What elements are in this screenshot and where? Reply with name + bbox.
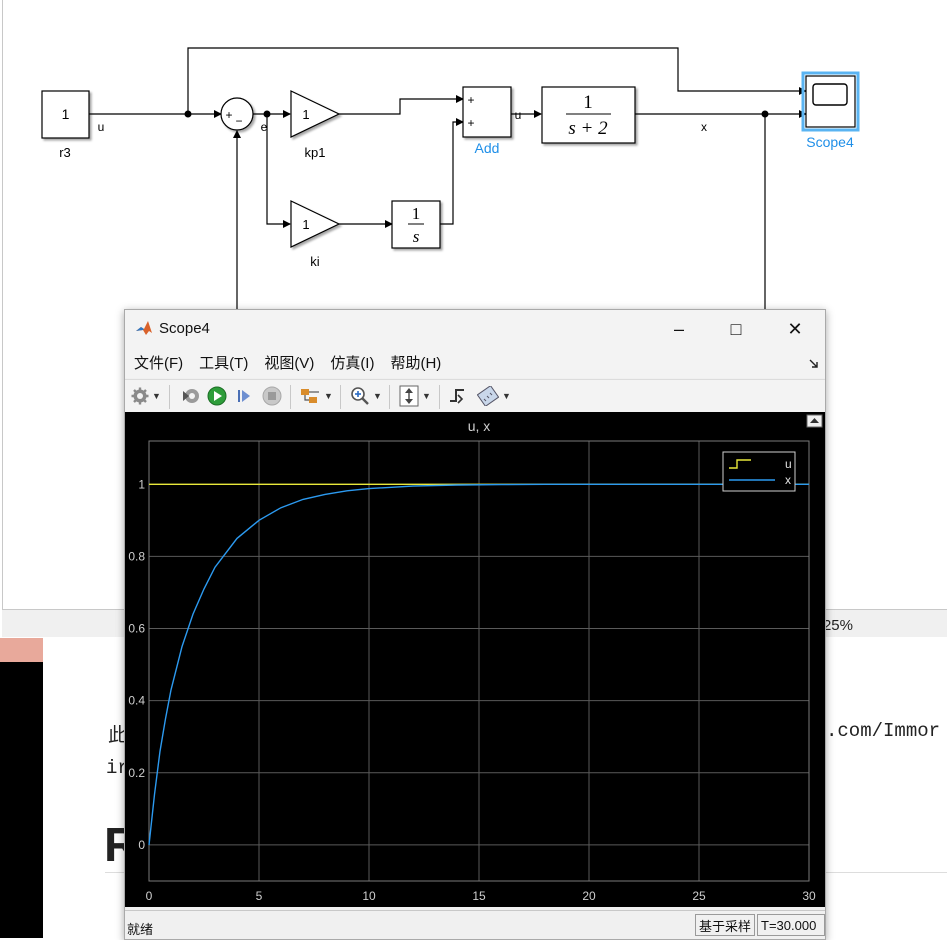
y-tick-label: 0.6 (128, 622, 145, 636)
x-tick-label: 30 (802, 889, 816, 903)
chart-legend[interactable]: ux (722, 451, 796, 492)
triggers-icon (450, 389, 464, 404)
restore-icon (183, 389, 199, 403)
ki-value: 1 (302, 217, 309, 232)
menu-tools[interactable]: 工具(T) (199, 352, 248, 373)
x-tick-label: 25 (692, 889, 706, 903)
signal-label-u: u (98, 120, 105, 134)
restore-button[interactable] (181, 386, 201, 406)
sum-minus: − (235, 114, 242, 128)
scope-statusbar: 就绪 基于采样 T=30.000 (125, 910, 825, 939)
menu-simulation[interactable]: 仿真(I) (330, 352, 374, 373)
signal-label-x: x (701, 120, 707, 134)
measurements-dropdown[interactable]: ▼ (477, 386, 511, 406)
settings-dropdown[interactable]: ▼ (131, 386, 161, 406)
branch-point-x (761, 110, 769, 118)
background-text-url: .com/Immor (826, 720, 941, 742)
zoom-dropdown[interactable]: ▼ (350, 386, 382, 406)
integrator-numerator: 1 (412, 204, 421, 223)
signal-select-icon (301, 389, 319, 403)
zoom-icon (351, 387, 369, 405)
y-tick-label: 0 (138, 838, 145, 852)
signal-line-kp1-to-add[interactable] (339, 95, 464, 115)
x-tick-label: 20 (582, 889, 596, 903)
scope-titlebar[interactable]: Scope4 – □ ✕ (125, 310, 825, 347)
signal-select-dropdown[interactable]: ▼ (299, 386, 333, 406)
run-icon (207, 386, 227, 406)
tf-denominator: s + 2 (568, 118, 608, 139)
signal-label-e: e (261, 120, 268, 134)
close-button[interactable]: ✕ (772, 316, 818, 342)
block-transfer-fcn[interactable]: 1 s + 2 (541, 86, 636, 144)
signal-label-u-add: u (515, 108, 522, 122)
add-in2-sign: + (467, 116, 474, 130)
sum-plus: + (225, 108, 232, 122)
signal-line-integrator-to-add[interactable] (440, 118, 464, 225)
step-forward-button[interactable] (235, 386, 255, 406)
maximize-button[interactable]: □ (713, 316, 759, 342)
menu-view[interactable]: 视图(V) (264, 352, 314, 373)
status-time: T=30.000 (757, 914, 825, 936)
r3-label: r3 (59, 145, 71, 160)
y-tick-label: 0.2 (128, 766, 145, 780)
y-tick-label: 1 (138, 477, 145, 491)
menu-help[interactable]: 帮助(H) (390, 352, 441, 373)
branch-point-u (184, 110, 192, 118)
scope-screen-icon (812, 83, 848, 106)
scope-menubar: 文件(F) 工具(T) 视图(V) 仿真(I) 帮助(H) (125, 347, 825, 378)
signal-line-e-to-ki[interactable] (266, 114, 291, 228)
x-tick-label: 5 (256, 889, 263, 903)
background-pink-tab (0, 638, 43, 662)
scope-chart[interactable]: 0 5 10 15 20 25 30 0 0.2 0.4 0.6 0.8 1 u, x ux (125, 412, 825, 907)
block-sum[interactable]: + − (220, 97, 254, 131)
scale-axes-dropdown[interactable]: ▼ (399, 385, 431, 407)
undock-axes-button[interactable] (806, 414, 823, 428)
stop-icon (262, 386, 282, 406)
block-ki[interactable]: 1 (290, 200, 341, 248)
x-tick-label: 0 (146, 889, 153, 903)
status-ready: 就绪 (127, 922, 154, 937)
run-button[interactable] (207, 386, 227, 406)
kp1-value: 1 (302, 107, 309, 122)
legend-label-u: u (785, 457, 792, 471)
window-title: Scope4 (159, 320, 210, 337)
block-kp1[interactable]: 1 (290, 90, 341, 138)
add-in1-sign: + (467, 93, 474, 107)
y-tick-label: 0.4 (128, 694, 145, 708)
branch-point-e (263, 110, 271, 118)
minimize-button[interactable]: – (656, 316, 702, 342)
kp1-label: kp1 (305, 145, 326, 160)
undock-arrow-icon[interactable] (809, 359, 819, 369)
triggers-button[interactable] (448, 386, 468, 406)
y-tick-label: 0.8 (128, 549, 145, 563)
stop-button[interactable] (262, 386, 282, 406)
scope-label: Scope4 (806, 134, 854, 150)
r3-value: 1 (62, 106, 70, 122)
block-integrator[interactable]: 1 s (391, 200, 441, 249)
add-label: Add (475, 140, 500, 156)
x-tick-label: 10 (362, 889, 376, 903)
background-dark-strip (0, 638, 43, 938)
chart-title: u, x (468, 418, 491, 434)
matlab-logo-icon (136, 321, 152, 335)
scope-toolbar: ▼ ▼ ▼ ▼ ▼ (125, 379, 825, 413)
ki-label: ki (310, 254, 320, 269)
block-add[interactable]: + + (462, 86, 512, 138)
menu-file[interactable]: 文件(F) (134, 352, 183, 373)
block-scope[interactable] (801, 71, 860, 132)
integrator-denominator: s (413, 227, 420, 246)
tf-numerator: 1 (583, 92, 593, 113)
measurements-icon (477, 386, 499, 406)
scope-window[interactable]: Scope4 – □ ✕ 文件(F) 工具(T) 视图(V) 仿真(I) 帮助(… (124, 309, 826, 940)
block-r3[interactable]: 1 (41, 90, 90, 139)
plot-area[interactable]: 0 5 10 15 20 25 30 0 0.2 0.4 0.6 0.8 1 u, x ux (125, 412, 825, 907)
x-tick-label: 15 (472, 889, 486, 903)
scale-axes-icon (399, 385, 419, 407)
step-forward-icon (238, 390, 250, 402)
gear-icon (131, 387, 149, 405)
legend-label-x: x (785, 473, 791, 487)
status-sample-based: 基于采样 (695, 914, 756, 936)
